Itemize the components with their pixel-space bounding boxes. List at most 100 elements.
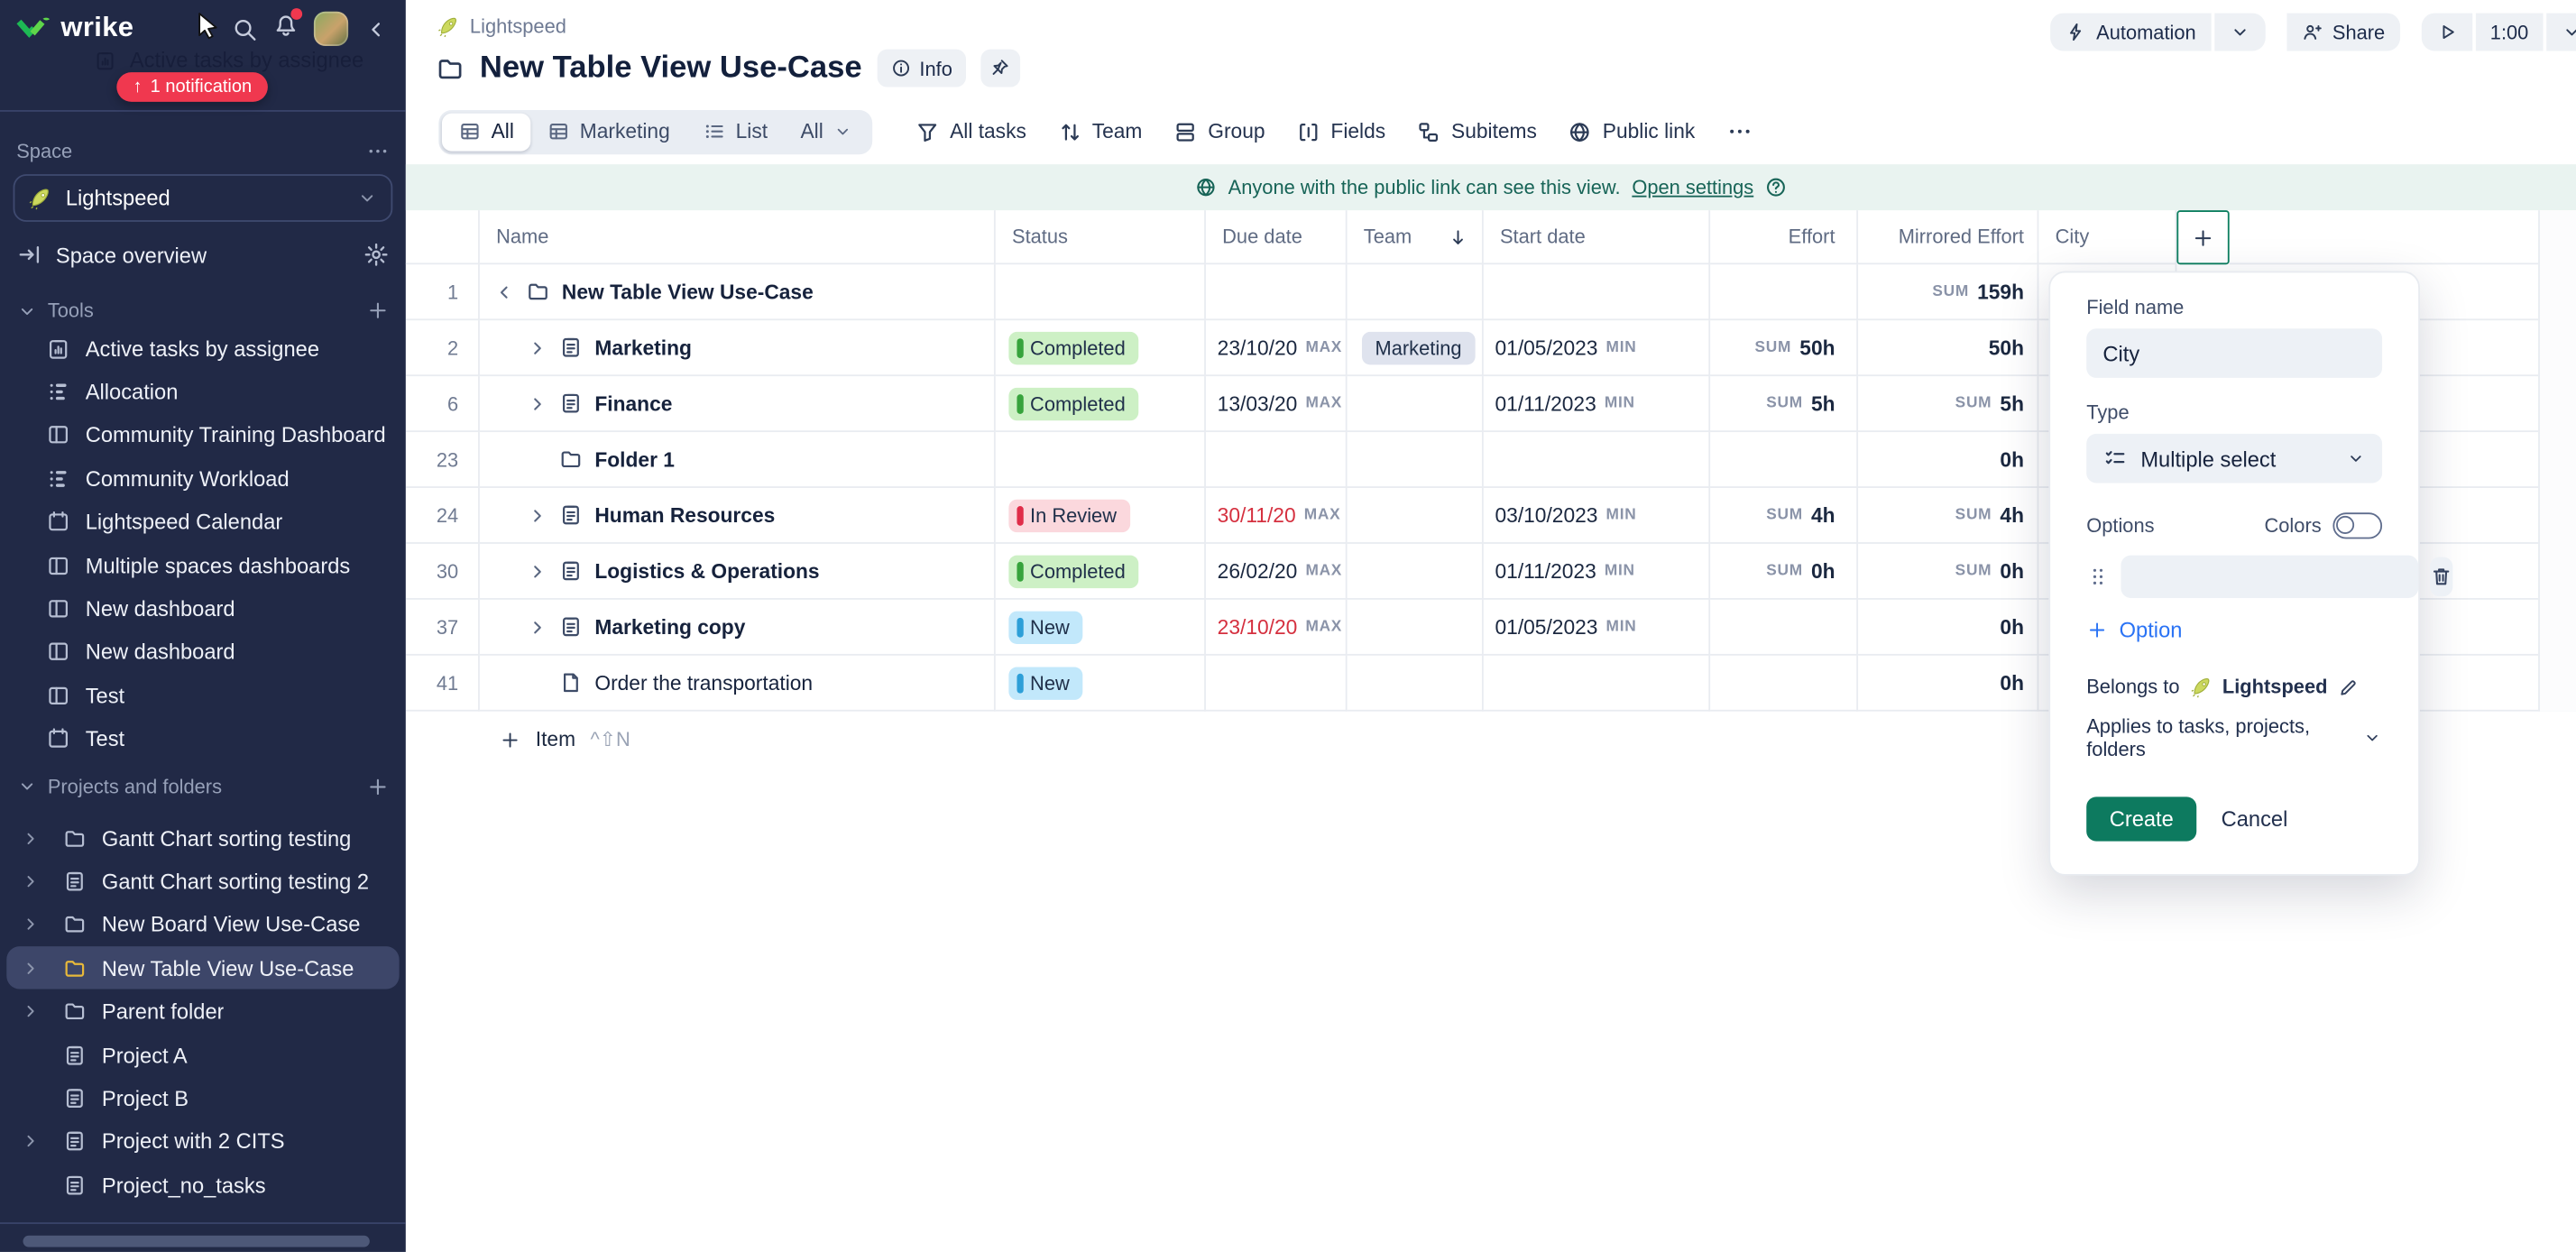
option-input[interactable]: [2121, 556, 2418, 598]
user-avatar[interactable]: [314, 12, 348, 46]
effort-cell[interactable]: SUM4h: [1710, 488, 1858, 544]
sidebar-project-item[interactable]: Gantt Chart sorting testing 2: [6, 860, 399, 903]
sidebar-tool-item[interactable]: New dashboard: [0, 631, 406, 674]
mirrored-effort-cell[interactable]: 0h: [1858, 600, 2038, 656]
sidebar-project-item[interactable]: Project B: [6, 1076, 399, 1119]
delete-option-button[interactable]: [2430, 557, 2453, 596]
status-cell[interactable]: New: [996, 600, 1206, 656]
view-tab-marketing[interactable]: Marketing: [530, 113, 686, 151]
collapse-sidebar-icon[interactable]: [363, 15, 390, 41]
effort-cell[interactable]: SUM0h: [1710, 544, 1858, 600]
sidebar-tool-item[interactable]: Allocation: [0, 371, 406, 414]
mirrored-effort-cell[interactable]: SUM159h: [1858, 264, 2038, 320]
sidebar-project-item[interactable]: New Table View Use-Case: [6, 946, 399, 990]
add-option-button[interactable]: Option: [2086, 618, 2382, 642]
notifications-button[interactable]: [272, 12, 299, 46]
type-select[interactable]: Multiple select: [2086, 434, 2382, 483]
team-cell[interactable]: [1348, 544, 1484, 600]
open-settings-link[interactable]: Open settings: [1632, 176, 1753, 198]
cancel-button[interactable]: Cancel: [2222, 806, 2288, 831]
due-date-cell[interactable]: 23/10/20MAX: [1206, 320, 1348, 376]
sidebar-project-item[interactable]: Parent folder: [6, 990, 399, 1033]
mirrored-effort-cell[interactable]: SUM4h: [1858, 488, 2038, 544]
start-date-cell[interactable]: 01/11/2023MIN: [1484, 376, 1710, 432]
chev-right-icon[interactable]: [526, 503, 549, 527]
gear-icon[interactable]: [363, 242, 390, 268]
toolbar-button-group[interactable]: Group: [1173, 119, 1265, 143]
chev-right-icon[interactable]: [20, 914, 41, 935]
sort-desc-icon[interactable]: [1448, 226, 1469, 247]
chev-right-icon[interactable]: [526, 336, 549, 358]
name-cell[interactable]: Marketing copy: [480, 600, 996, 656]
status-cell[interactable]: Completed: [996, 376, 1206, 432]
view-tab-all[interactable]: All: [442, 113, 530, 151]
name-cell[interactable]: Order the transportation: [480, 656, 996, 712]
sidebar-tool-item[interactable]: Test: [0, 717, 406, 760]
team-cell[interactable]: [1348, 376, 1484, 432]
team-cell[interactable]: [1348, 488, 1484, 544]
sidebar-tool-item[interactable]: Community Workload: [0, 457, 406, 501]
chev-right-icon[interactable]: [526, 391, 549, 415]
mirrored-effort-cell[interactable]: 0h: [1858, 432, 2038, 488]
toolbar-button-public-link[interactable]: Public link: [1569, 119, 1696, 143]
start-date-cell[interactable]: 01/11/2023MIN: [1484, 544, 1710, 600]
more-options-icon[interactable]: [1726, 118, 1753, 144]
status-badge[interactable]: In Review: [1008, 499, 1129, 531]
effort-cell[interactable]: [1710, 264, 1858, 320]
due-date-cell[interactable]: [1206, 264, 1348, 320]
status-cell[interactable]: New: [996, 656, 1206, 712]
view-tab-list[interactable]: List: [686, 113, 784, 151]
mirrored-effort-cell[interactable]: SUM0h: [1858, 544, 2038, 600]
wrike-logo[interactable]: wrike: [16, 12, 133, 44]
column-header-team[interactable]: Team: [1348, 210, 1484, 264]
start-date-cell[interactable]: [1484, 432, 1710, 488]
status-badge[interactable]: New: [1008, 611, 1082, 643]
team-cell[interactable]: Marketing: [1348, 320, 1484, 376]
chev-right-icon[interactable]: [20, 870, 41, 892]
effort-cell[interactable]: [1710, 432, 1858, 488]
sidebar-tool-item[interactable]: Community Training Dashboard: [0, 414, 406, 457]
due-date-cell[interactable]: [1206, 432, 1348, 488]
mirrored-effort-cell[interactable]: 0h: [1858, 656, 2038, 712]
chev-right-icon[interactable]: [20, 957, 41, 979]
sidebar-project-item[interactable]: Project with 2 CITS: [6, 1120, 399, 1164]
effort-cell[interactable]: SUM5h: [1710, 376, 1858, 432]
status-badge[interactable]: Completed: [1008, 387, 1138, 419]
toolbar-button-all-tasks[interactable]: All tasks: [915, 119, 1026, 143]
field-name-input[interactable]: [2086, 328, 2382, 378]
sidebar-project-item[interactable]: Project A: [6, 1033, 399, 1076]
sidebar-project-item[interactable]: Gantt Chart sorting testing: [6, 816, 399, 860]
sidebar-horizontal-scrollbar[interactable]: [23, 1236, 369, 1247]
name-cell[interactable]: Finance: [480, 376, 996, 432]
add-column-button[interactable]: [2176, 210, 2229, 264]
column-header-mirrored-effort[interactable]: Mirrored Effort: [1858, 210, 2038, 264]
due-date-cell[interactable]: 23/10/20MAX: [1206, 600, 1348, 656]
search-icon[interactable]: [232, 15, 258, 41]
projects-collapse-icon[interactable]: [16, 776, 38, 797]
notification-pill[interactable]: ↑ 1 notification: [116, 72, 268, 102]
due-date-cell[interactable]: 30/11/20MAX: [1206, 488, 1348, 544]
status-cell[interactable]: In Review: [996, 488, 1206, 544]
sidebar-project-item[interactable]: Project_no_tasks: [6, 1164, 399, 1207]
team-cell[interactable]: [1348, 432, 1484, 488]
status-badge[interactable]: Completed: [1008, 331, 1138, 364]
status-cell[interactable]: Completed: [996, 544, 1206, 600]
start-date-cell[interactable]: 03/10/2023MIN: [1484, 488, 1710, 544]
breadcrumb[interactable]: Lightspeed: [437, 14, 566, 37]
colors-toggle[interactable]: [2332, 512, 2382, 539]
team-cell[interactable]: [1348, 264, 1484, 320]
chev-left-icon[interactable]: [492, 281, 515, 304]
edit-icon[interactable]: [2337, 677, 2359, 698]
name-cell[interactable]: Human Resources: [480, 488, 996, 544]
chev-right-icon[interactable]: [526, 559, 549, 583]
name-cell[interactable]: Logistics & Operations: [480, 544, 996, 600]
column-header-name[interactable]: Name: [480, 210, 996, 264]
automation-button[interactable]: Automation: [2050, 14, 2211, 51]
sidebar-tool-item[interactable]: Active tasks by assignee: [0, 327, 406, 370]
sidebar-project-item[interactable]: New Board View Use-Case: [6, 903, 399, 946]
share-button[interactable]: Share: [2286, 14, 2400, 51]
chev-right-icon[interactable]: [20, 1001, 41, 1023]
toolbar-button-subitems[interactable]: Subitems: [1417, 119, 1537, 143]
mirrored-effort-cell[interactable]: 50h: [1858, 320, 2038, 376]
tools-collapse-icon[interactable]: [16, 299, 38, 321]
